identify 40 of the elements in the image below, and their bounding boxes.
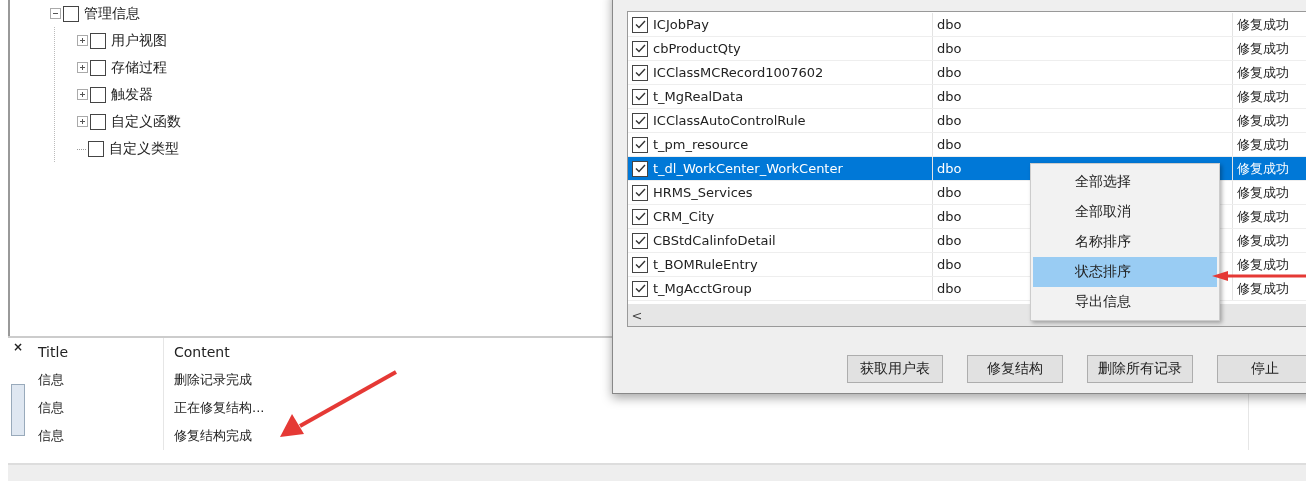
table-cell: 信息 <box>28 422 164 450</box>
table-cell: dbo <box>937 89 962 104</box>
table-cell: dbo <box>937 65 962 80</box>
table-cell: CBStdCalinfoDetail <box>653 233 776 248</box>
table-cell: 修复成功 <box>1237 231 1289 250</box>
table-cell: t_MgAcctGroup <box>653 281 752 296</box>
table-cell: CRM_City <box>653 209 715 224</box>
table-cell: cbProductQty <box>653 41 741 56</box>
table-cell: ICClassMCRecord1007602 <box>653 65 824 80</box>
table-cell: dbo <box>937 209 962 224</box>
table-cell: 信息 <box>28 366 164 394</box>
table-cell: dbo <box>937 161 962 176</box>
table-cell: dbo <box>937 137 962 152</box>
table-cell: t_pm_resource <box>653 137 749 152</box>
table-cell: t_BOMRuleEntry <box>653 257 758 272</box>
table-cell: HRMS_Services <box>653 185 753 200</box>
table-cell: 修复成功 <box>1237 159 1289 178</box>
table-cell: 修复成功 <box>1237 15 1289 34</box>
table-cell: 修复成功 <box>1237 63 1289 82</box>
table-cell: dbo <box>937 233 962 248</box>
table-cell: dbo <box>937 113 962 128</box>
table-cell: 修复成功 <box>1237 207 1289 226</box>
table-cell: t_dl_WorkCenter_WorkCenter <box>653 161 843 176</box>
table-cell: dbo <box>937 281 962 296</box>
table-cell: 修复成功 <box>1237 111 1289 130</box>
table-cell: 修复成功 <box>1237 39 1289 58</box>
table-cell: 修复成功 <box>1237 183 1289 202</box>
table-cell: dbo <box>937 185 962 200</box>
table-cell: 修复成功 <box>1237 87 1289 106</box>
table-cell: t_MgRealData <box>653 89 744 104</box>
table-cell: ICJobPay <box>653 17 709 32</box>
table-cell: dbo <box>937 41 962 56</box>
table-cell: dbo <box>937 257 962 272</box>
table-cell: 信息 <box>28 394 164 422</box>
table-cell: dbo <box>937 17 962 32</box>
table-cell: 修复成功 <box>1237 135 1289 154</box>
table-cell: 修复成功 <box>1237 279 1289 298</box>
column-header: Title <box>28 338 164 366</box>
table-cell: ICClassAutoControlRule <box>653 113 806 128</box>
table-cell: 修复成功 <box>1237 255 1289 274</box>
